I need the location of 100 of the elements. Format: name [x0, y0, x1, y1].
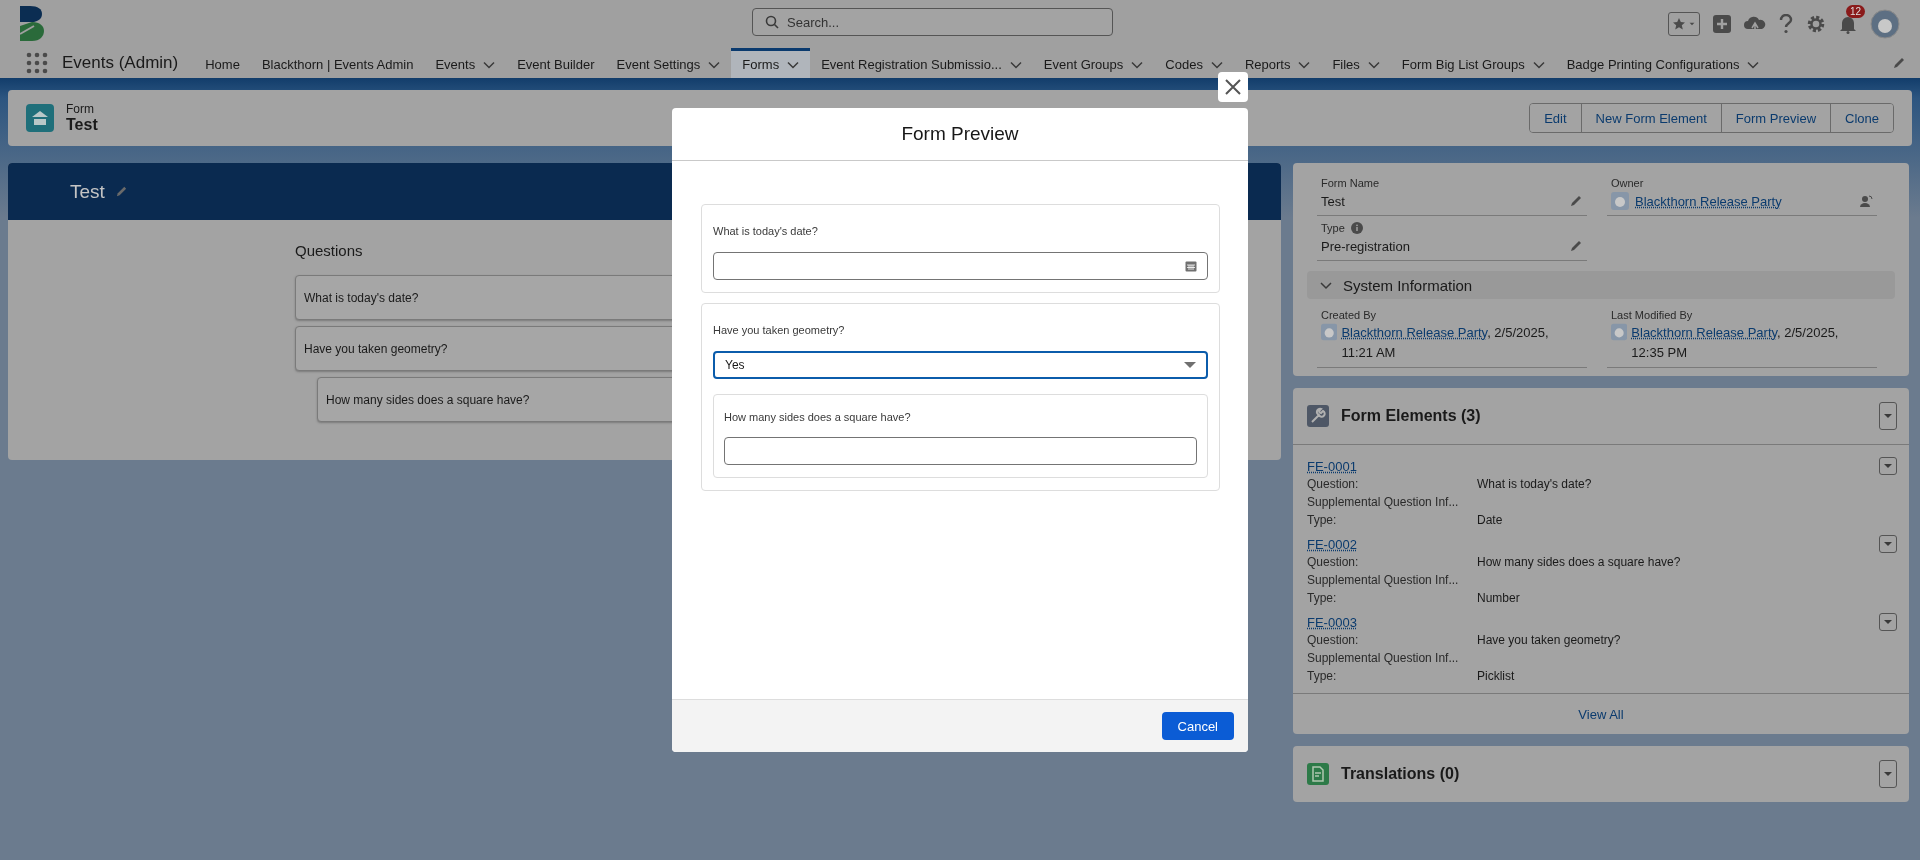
chevron-icon[interactable]	[1367, 60, 1380, 69]
form-icon	[26, 104, 54, 132]
app-name: Events (Admin)	[62, 53, 179, 73]
nav-tab[interactable]: Event Builder	[506, 48, 606, 78]
settings-icon[interactable]	[1806, 14, 1826, 34]
user-avatar-icon	[1321, 323, 1338, 341]
field-value: Pre-registration	[1321, 238, 1410, 254]
star-icon	[1672, 17, 1686, 31]
chevron-icon[interactable]	[787, 60, 800, 69]
pencil-icon[interactable]	[114, 185, 128, 198]
calendar-icon	[1185, 260, 1197, 272]
modal-title: Form Preview	[901, 123, 1019, 145]
menu-button[interactable]	[1879, 402, 1897, 430]
record-link[interactable]: FE-0002	[1307, 536, 1357, 552]
search-field[interactable]: Search...	[752, 8, 1113, 36]
date-field[interactable]	[713, 252, 1208, 280]
field-label: Type:	[1307, 590, 1338, 607]
record-title: Test	[66, 116, 98, 134]
caret-icon	[1883, 619, 1893, 625]
chevron-icon[interactable]	[483, 60, 496, 69]
nav-tab[interactable]: Events	[424, 48, 507, 78]
related-list-title[interactable]: Form Elements (3)	[1341, 407, 1481, 425]
menu-button[interactable]	[1879, 457, 1897, 475]
field-label: Type	[1321, 222, 1345, 234]
nav-tab[interactable]: Form Big List Groups	[1390, 48, 1556, 78]
chevron-icon[interactable]	[1298, 60, 1311, 69]
caret-icon	[1883, 771, 1893, 777]
section-header[interactable]: System Information	[1307, 271, 1895, 299]
wrench-icon	[1307, 405, 1329, 427]
field-value: Have you taken geometry?	[1477, 632, 1621, 649]
app-launcher-icon[interactable]	[26, 52, 48, 74]
chevron-icon[interactable]	[1747, 60, 1760, 69]
nav-tab[interactable]: Blackthorn | Events Admin	[250, 48, 425, 78]
field-value: What is today's date?	[1477, 476, 1592, 493]
field-value: Date	[1477, 512, 1503, 529]
pencil-icon[interactable]	[1569, 239, 1583, 253]
nav-tab[interactable]: Event Settings	[605, 48, 732, 78]
view-all-link[interactable]: View All	[1578, 706, 1624, 722]
caret-icon	[1883, 463, 1893, 469]
field-label: Supplemental Question Inf...	[1307, 494, 1460, 511]
record-link[interactable]: FE-0003	[1307, 614, 1357, 630]
caret-icon	[1184, 361, 1196, 369]
chevron-icon[interactable]	[1210, 60, 1223, 69]
nav-tab[interactable]: Reports	[1233, 48, 1322, 78]
menu-button[interactable]	[1879, 760, 1897, 788]
caret-icon	[1688, 22, 1696, 26]
form-title: Test	[70, 180, 105, 203]
user-avatar-icon	[1611, 323, 1628, 341]
chevron-icon[interactable]	[1532, 60, 1545, 69]
question-label: What is today's date?	[713, 225, 819, 237]
chevron-icon[interactable]	[1009, 60, 1022, 69]
user-and-date: Blackthorn Release Party, 2/5/2025, 11:21 AM	[1341, 324, 1550, 362]
chevron-icon[interactable]	[1131, 60, 1144, 69]
field-value: How many sides does a square have?	[1477, 554, 1681, 571]
field-label: Supplemental Question Inf...	[1307, 572, 1460, 589]
user-avatar-icon	[1611, 192, 1629, 210]
field-label: Question:	[1307, 632, 1360, 649]
field-value: Number	[1477, 590, 1520, 607]
chevron-icon[interactable]	[708, 60, 721, 69]
menu-button[interactable]	[1879, 613, 1897, 631]
close-icon	[1224, 78, 1242, 96]
record-link[interactable]: FE-0001	[1307, 458, 1357, 474]
field-label: Question:	[1307, 476, 1360, 493]
pencil-icon[interactable]	[1892, 56, 1906, 70]
questions-heading: Questions	[295, 242, 364, 259]
nav-tab[interactable]: Event Groups	[1032, 48, 1155, 78]
related-list-title[interactable]: Translations (0)	[1341, 765, 1460, 783]
notification-count: 12	[1846, 5, 1866, 18]
help-icon[interactable]	[1778, 14, 1794, 34]
field-label: Owner	[1611, 177, 1644, 189]
action-button[interactable]: Clone	[1830, 104, 1893, 132]
field-value: Test	[1321, 193, 1345, 209]
owner-link[interactable]: Blackthorn Release Party	[1635, 193, 1782, 209]
document-icon	[1307, 763, 1329, 785]
nav-tab[interactable]: Forms	[731, 48, 811, 78]
favorites-button[interactable]	[1668, 12, 1700, 36]
section-title: System Information	[1343, 276, 1473, 294]
avatar-icon[interactable]	[1870, 9, 1900, 39]
user-and-date: Blackthorn Release Party, 2/5/2025, 12:35 PM	[1631, 324, 1840, 362]
field-label: Created By	[1321, 309, 1378, 321]
logo-icon	[18, 4, 46, 44]
close-button[interactable]	[1218, 72, 1248, 102]
pencil-icon[interactable]	[1569, 194, 1583, 208]
add-icon[interactable]	[1712, 14, 1732, 34]
nav-tab[interactable]: Home	[194, 48, 251, 78]
notifications-icon[interactable]	[1838, 14, 1858, 34]
nav-tab[interactable]: Event Registration Submissio...	[810, 48, 1033, 78]
object-type: Form	[66, 102, 95, 116]
menu-button[interactable]	[1879, 535, 1897, 553]
change-owner-icon[interactable]	[1859, 194, 1873, 208]
field-label: Supplemental Question Inf...	[1307, 650, 1460, 667]
nav-tab[interactable]: Codes	[1154, 48, 1234, 78]
nav-tab[interactable]: Badge Printing Configurations	[1555, 48, 1771, 78]
picklist-field[interactable]: Yes	[713, 351, 1208, 379]
field-label: Type:	[1307, 668, 1338, 685]
caret-icon	[1883, 413, 1893, 419]
number-field[interactable]	[724, 437, 1197, 465]
cancel-button[interactable]: Cancel	[1161, 712, 1234, 740]
nav-tab[interactable]: Files	[1321, 48, 1391, 78]
info-icon[interactable]	[1350, 222, 1363, 234]
